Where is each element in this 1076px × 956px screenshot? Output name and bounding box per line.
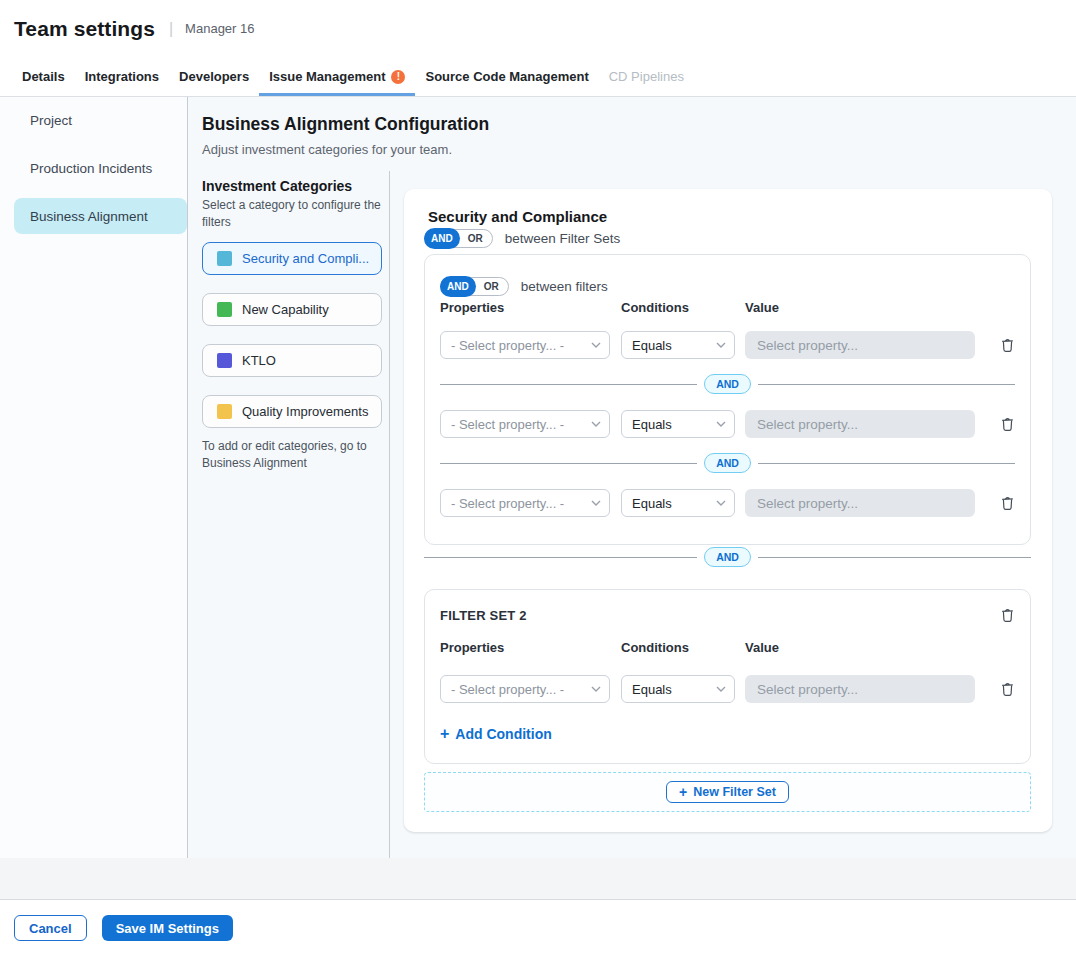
toggle-and-option[interactable]: AND bbox=[440, 276, 476, 297]
property-select[interactable]: - Select property... - bbox=[440, 331, 610, 359]
filter-configuration-card: Security and Compliance AND OR between F… bbox=[404, 189, 1052, 832]
title-divider: | bbox=[169, 20, 173, 38]
warning-badge-icon: ! bbox=[391, 70, 405, 84]
delete-filter-icon[interactable] bbox=[1000, 495, 1015, 511]
condition-select[interactable]: Equals bbox=[621, 331, 735, 359]
team-context-label: Manager 16 bbox=[185, 21, 254, 36]
category-color-swatch bbox=[217, 251, 232, 266]
tab-issue-management[interactable]: Issue Management ! bbox=[259, 57, 415, 96]
and-connector-pill: AND bbox=[704, 453, 751, 473]
plus-icon: + bbox=[440, 725, 449, 743]
sidebar-item-production-incidents[interactable]: Production Incidents bbox=[14, 150, 187, 186]
chevron-down-icon bbox=[591, 421, 601, 427]
column-header-value: Value bbox=[745, 300, 779, 315]
property-select[interactable]: - Select property... - bbox=[440, 675, 610, 703]
category-ktlo[interactable]: KTLO bbox=[202, 344, 382, 377]
chevron-down-icon bbox=[716, 342, 726, 348]
tab-source-code-management[interactable]: Source Code Management bbox=[415, 57, 598, 96]
filter-row: - Select property... - Equals Select pro… bbox=[440, 331, 1015, 359]
chevron-down-icon bbox=[716, 686, 726, 692]
value-input[interactable]: Select property... bbox=[745, 675, 975, 703]
filter-row: - Select property... - Equals Select pro… bbox=[440, 410, 1015, 438]
category-quality-improvements[interactable]: Quality Improvements bbox=[202, 395, 382, 428]
toggle-or-option[interactable]: OR bbox=[459, 233, 492, 244]
chevron-down-icon bbox=[716, 421, 726, 427]
condition-select[interactable]: Equals bbox=[621, 489, 735, 517]
sidebar-item-business-alignment[interactable]: Business Alignment bbox=[14, 198, 187, 234]
new-filter-set-button[interactable]: + New Filter Set bbox=[666, 781, 789, 803]
delete-filter-icon[interactable] bbox=[1000, 416, 1015, 432]
toggle-and-option[interactable]: AND bbox=[424, 228, 460, 249]
category-security-and-compliance[interactable]: Security and Compli... bbox=[202, 242, 382, 275]
property-select[interactable]: - Select property... - bbox=[440, 410, 610, 438]
value-input[interactable]: Select property... bbox=[745, 489, 975, 517]
chevron-down-icon bbox=[591, 500, 601, 506]
value-input[interactable]: Select property... bbox=[745, 331, 975, 359]
section-title: Business Alignment Configuration bbox=[202, 114, 1052, 135]
property-select[interactable]: - Select property... - bbox=[440, 489, 610, 517]
category-color-swatch bbox=[217, 404, 232, 419]
new-filter-set-dropzone: + New Filter Set bbox=[424, 772, 1031, 812]
filters-and-or-toggle[interactable]: AND OR bbox=[440, 277, 509, 296]
between-filters-label: between filters bbox=[521, 279, 608, 294]
chevron-down-icon bbox=[591, 686, 601, 692]
delete-filter-icon[interactable] bbox=[1000, 337, 1015, 353]
category-new-capability[interactable]: New Capability bbox=[202, 293, 382, 326]
category-color-swatch bbox=[217, 353, 232, 368]
filter-set-1: AND OR between filters Properties Condit… bbox=[424, 254, 1031, 545]
toggle-or-option[interactable]: OR bbox=[475, 281, 508, 292]
chevron-down-icon bbox=[716, 500, 726, 506]
tab-developers[interactable]: Developers bbox=[169, 57, 259, 96]
footer-actions: Cancel Save IM Settings bbox=[0, 900, 1076, 956]
filter-set-connector: AND bbox=[424, 547, 1031, 567]
page-header: Team settings | Manager 16 bbox=[0, 0, 1076, 57]
delete-filter-set-icon[interactable] bbox=[1000, 607, 1015, 623]
categories-note: To add or edit categories, go to Busines… bbox=[202, 438, 380, 473]
settings-sidebar: Project Production Incidents Business Al… bbox=[0, 97, 188, 858]
filter-connector: AND bbox=[440, 374, 1015, 394]
condition-select[interactable]: Equals bbox=[621, 410, 735, 438]
column-header-conditions: Conditions bbox=[621, 640, 745, 655]
plus-icon: + bbox=[679, 784, 687, 800]
tab-integrations[interactable]: Integrations bbox=[75, 57, 169, 96]
category-color-swatch bbox=[217, 302, 232, 317]
and-connector-pill: AND bbox=[704, 547, 751, 567]
filter-connector: AND bbox=[440, 453, 1015, 473]
column-header-properties: Properties bbox=[440, 640, 621, 655]
investment-categories-panel: Investment Categories Select a category … bbox=[202, 171, 390, 858]
add-condition-button[interactable]: + Add Condition bbox=[440, 725, 1015, 743]
selected-category-title: Security and Compliance bbox=[424, 208, 1031, 225]
categories-title: Investment Categories bbox=[202, 178, 381, 194]
value-input[interactable]: Select property... bbox=[745, 410, 975, 438]
condition-select[interactable]: Equals bbox=[621, 675, 735, 703]
filter-set-2-title: FILTER SET 2 bbox=[440, 608, 527, 623]
sidebar-item-project[interactable]: Project bbox=[14, 102, 187, 138]
categories-helper: Select a category to configure the filte… bbox=[202, 197, 386, 231]
tab-bar: Details Integrations Developers Issue Ma… bbox=[0, 57, 1076, 97]
and-connector-pill: AND bbox=[704, 374, 751, 394]
cancel-button[interactable]: Cancel bbox=[14, 915, 87, 941]
delete-filter-icon[interactable] bbox=[1000, 681, 1015, 697]
column-header-value: Value bbox=[745, 640, 779, 655]
footer-spacer bbox=[0, 858, 1076, 900]
tab-details[interactable]: Details bbox=[12, 57, 75, 96]
page-title: Team settings bbox=[14, 17, 155, 41]
save-im-settings-button[interactable]: Save IM Settings bbox=[102, 915, 233, 941]
filter-row: - Select property... - Equals Select pro… bbox=[440, 675, 1015, 703]
tab-cd-pipelines: CD Pipelines bbox=[599, 57, 694, 96]
between-filter-sets-label: between Filter Sets bbox=[505, 231, 621, 246]
filter-sets-and-or-toggle[interactable]: AND OR bbox=[424, 229, 493, 248]
chevron-down-icon bbox=[591, 342, 601, 348]
column-header-conditions: Conditions bbox=[621, 300, 745, 315]
section-subtitle: Adjust investment categories for your te… bbox=[202, 142, 1052, 157]
column-header-properties: Properties bbox=[440, 300, 621, 315]
filter-row: - Select property... - Equals Select pro… bbox=[440, 489, 1015, 517]
filter-set-2: FILTER SET 2 Properties Conditions Value bbox=[424, 589, 1031, 764]
